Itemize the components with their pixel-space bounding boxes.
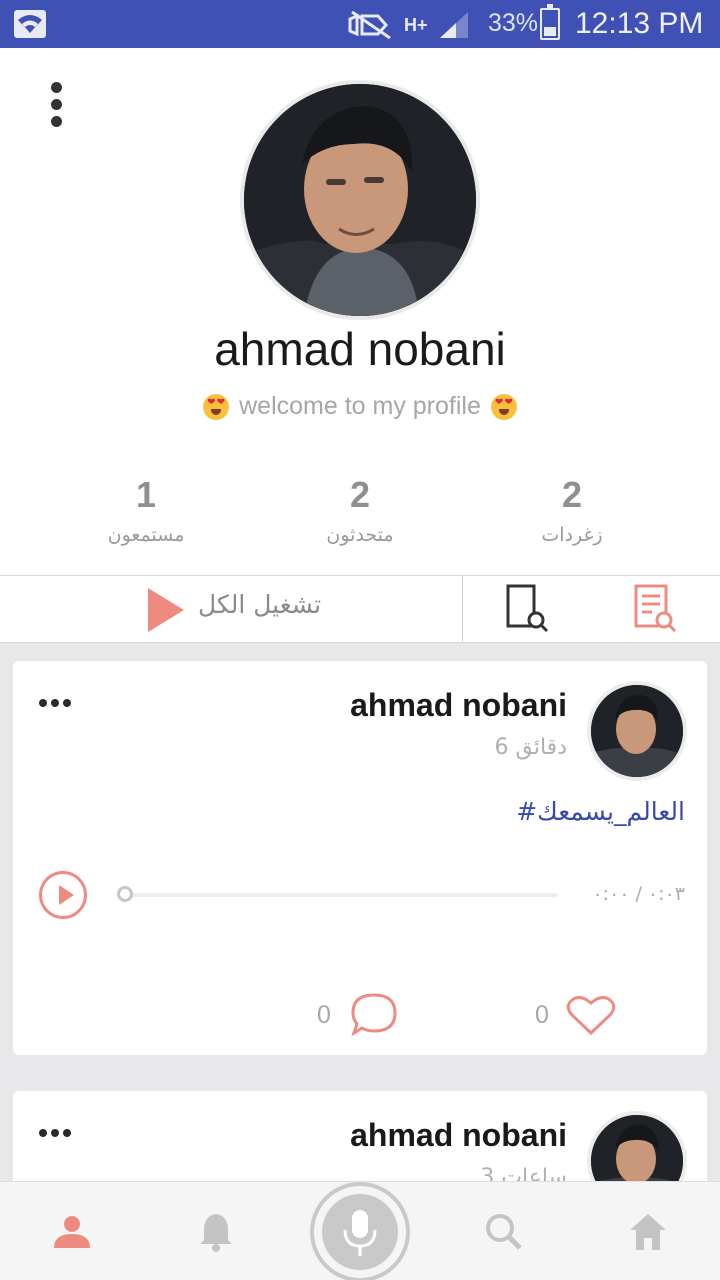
bottom-navigation — [0, 1181, 720, 1280]
battery-percent: 33% — [488, 9, 539, 37]
profile-name: ahmad nobani — [214, 323, 506, 375]
profile-avatar[interactable] — [240, 80, 480, 320]
profile-bio: welcome to my profile — [0, 392, 720, 421]
document-search-icon[interactable] — [502, 582, 552, 636]
post-author-avatar[interactable] — [587, 681, 687, 781]
play-icon[interactable] — [39, 871, 87, 919]
comment-count: 0 — [317, 1001, 331, 1029]
stat-value: 2 — [561, 474, 583, 515]
stat-label: زغردات — [541, 524, 603, 546]
heart-eyes-emoji-icon — [490, 393, 517, 420]
record-button[interactable] — [310, 1182, 410, 1280]
home-icon[interactable] — [626, 1210, 670, 1254]
signal-icon — [439, 12, 468, 38]
stat-zaghradat[interactable]: 2 زغردات — [482, 474, 662, 546]
heart-icon[interactable] — [565, 993, 617, 1037]
like-count: 0 — [535, 1001, 549, 1029]
post-author-name[interactable]: ahmad nobani — [350, 1117, 567, 1154]
audio-seekbar[interactable] — [117, 886, 558, 904]
more-horizontal-icon[interactable] — [39, 699, 71, 707]
audio-duration: ٠:٠٣ / ٠:٠٠ — [592, 883, 685, 905]
action-row: تشغيل الكل — [0, 575, 720, 643]
more-vertical-icon[interactable] — [46, 82, 66, 130]
bell-icon[interactable] — [194, 1210, 238, 1254]
mute-icon — [348, 10, 391, 40]
post-card[interactable]: ahmad nobani 6 دقائق #العالم_يسمعك ٠:٠٣ … — [13, 661, 707, 1055]
heart-eyes-emoji-icon — [203, 393, 230, 420]
microphone-icon — [343, 1210, 377, 1256]
comment-icon[interactable] — [349, 991, 399, 1039]
post-author-name[interactable]: ahmad nobani — [350, 687, 567, 724]
seek-track — [129, 893, 558, 897]
play-all-button[interactable]: تشغيل الكل — [0, 576, 463, 642]
stat-speakers[interactable]: 2 متحدثون — [270, 474, 450, 546]
list-search-icon[interactable] — [630, 582, 680, 636]
battery-icon — [540, 4, 560, 40]
stat-value: 2 — [349, 474, 371, 515]
bio-text: welcome to my profile — [239, 392, 481, 420]
stat-label: متحدثون — [326, 524, 394, 546]
search-icon[interactable] — [482, 1210, 526, 1254]
play-all-label: تشغيل الكل — [198, 590, 322, 619]
stat-value: 1 — [135, 474, 157, 515]
network-type-label: H+ — [404, 14, 428, 35]
stat-listeners[interactable]: 1 مستمعون — [56, 474, 236, 546]
profile-stats: 2 زغردات 2 متحدثون 1 مستمعون — [0, 474, 720, 564]
post-feed[interactable]: ahmad nobani 6 دقائق #العالم_يسمعك ٠:٠٣ … — [0, 643, 720, 1183]
wifi-icon — [14, 10, 46, 38]
stat-label: مستمعون — [107, 524, 185, 546]
more-horizontal-icon[interactable] — [39, 1129, 71, 1137]
post-hashtag[interactable]: #العالم_يسمعك — [516, 797, 685, 826]
post-card[interactable]: ahmad nobani 3 ساعات — [13, 1091, 707, 1183]
post-author-avatar[interactable] — [587, 1111, 687, 1183]
play-icon — [148, 588, 184, 632]
profile-icon[interactable] — [50, 1210, 94, 1254]
post-time: 6 دقائق — [494, 735, 568, 760]
status-icons: H+ — [346, 10, 470, 40]
clock: 12:13 PM — [575, 7, 704, 40]
seek-thumb[interactable] — [117, 886, 133, 902]
status-bar: H+ 33% 12:13 PM — [0, 0, 720, 48]
